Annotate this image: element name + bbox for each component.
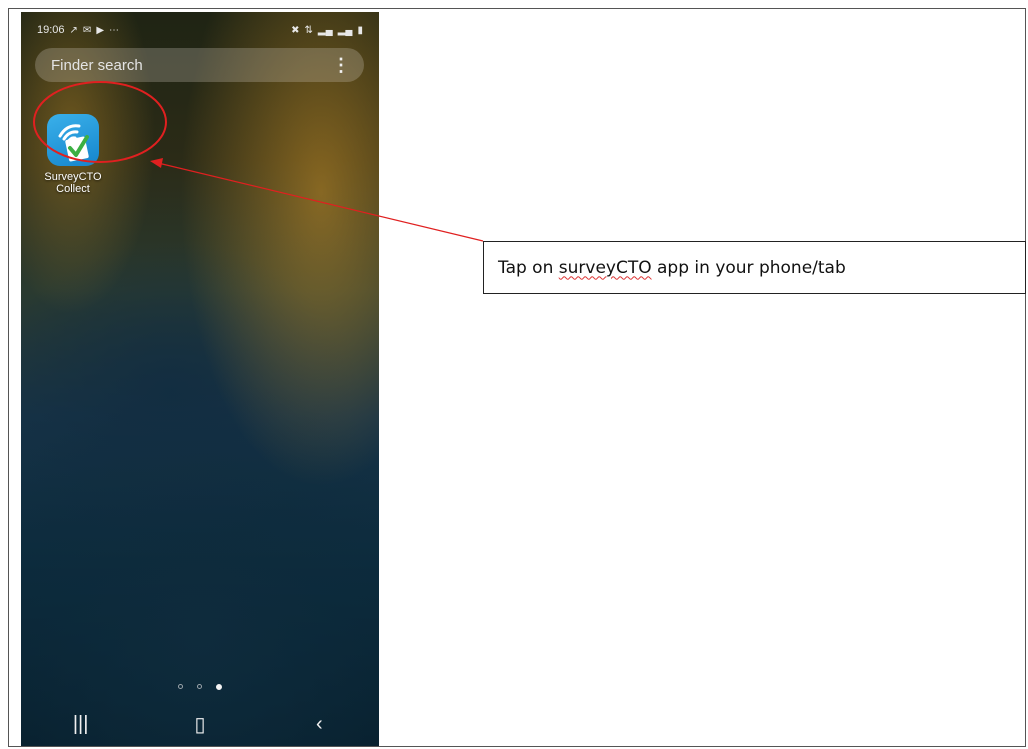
home-icon[interactable]: ▯ bbox=[170, 712, 230, 737]
page-dot-active bbox=[216, 684, 222, 690]
status-time: 19:06 bbox=[37, 24, 65, 36]
page-indicator bbox=[21, 684, 379, 690]
surveycto-logo-icon bbox=[58, 124, 89, 162]
youtube-icon: ▶ bbox=[96, 24, 105, 36]
back-icon[interactable]: ‹ bbox=[289, 713, 349, 736]
signal-icon: ▂▄ bbox=[337, 24, 353, 36]
status-bar: 19:06 ↗ ✉ ▶ ⋯ ✖ ⇅ ▂▄ ▂▄ ▮ bbox=[21, 12, 379, 48]
more-icon: ⋯ bbox=[109, 24, 120, 36]
recents-icon[interactable]: ||| bbox=[51, 713, 111, 736]
battery-icon: ▮ bbox=[357, 24, 363, 36]
mute-icon: ✖ bbox=[291, 24, 300, 36]
surveycto-collect-app[interactable]: SurveyCTO Collect bbox=[37, 114, 109, 195]
page-dot bbox=[178, 684, 183, 689]
instruction-callout: Tap on surveyCTO app in your phone/tab bbox=[483, 241, 1026, 294]
surveycto-app-icon[interactable] bbox=[47, 114, 99, 166]
spellcheck-word: surveyCTO bbox=[558, 257, 652, 278]
signal-icon: ▂▄ bbox=[317, 24, 333, 36]
missed-call-icon: ↗ bbox=[69, 24, 78, 36]
app-label: SurveyCTO Collect bbox=[44, 171, 102, 195]
finder-search-bar[interactable]: Finder search ⋮ bbox=[35, 48, 364, 82]
phone-screenshot: 19:06 ↗ ✉ ▶ ⋯ ✖ ⇅ ▂▄ ▂▄ ▮ Finder search … bbox=[21, 12, 379, 746]
message-icon: ✉ bbox=[82, 24, 92, 36]
page-dot bbox=[197, 684, 202, 689]
more-options-icon[interactable]: ⋮ bbox=[332, 56, 350, 74]
search-placeholder: Finder search bbox=[51, 56, 143, 74]
navigation-bar: ||| ▯ ‹ bbox=[21, 702, 379, 746]
4g-icon: ⇅ bbox=[304, 24, 313, 36]
